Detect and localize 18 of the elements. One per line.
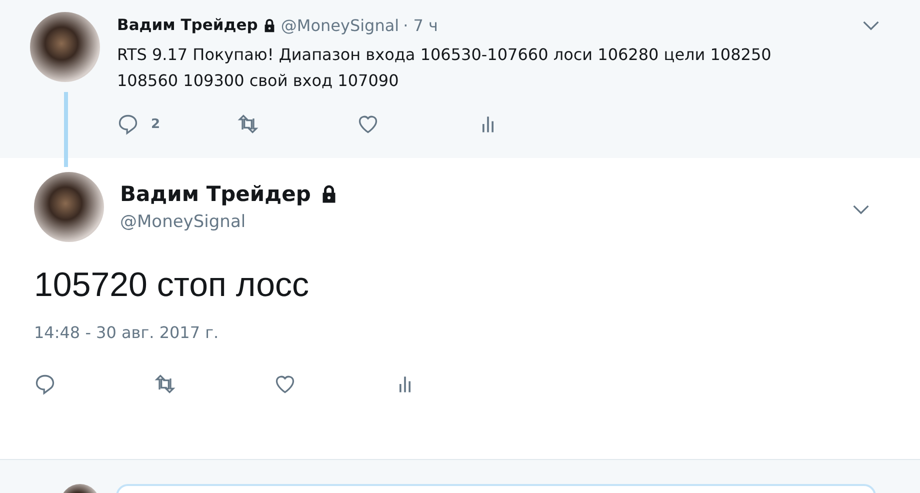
user-handle[interactable]: @MoneySignal — [280, 16, 400, 34]
tweet-text: RTS 9.17 Покупаю! Диапазон входа 106530-107660 лоси 106280 цели 108250 108560 109300 свой вход 107090 — [117, 44, 772, 92]
reply-icon[interactable] — [117, 113, 139, 135]
reply-icon[interactable] — [34, 373, 56, 395]
user-name[interactable]: Вадим Трейдер — [120, 182, 311, 206]
chevron-down-icon[interactable] — [852, 204, 870, 215]
tweet-timestamp[interactable]: 14:48 - 30 авг. 2017 г. — [34, 323, 880, 342]
retweet-icon[interactable] — [237, 113, 259, 135]
tweet-text: 105720 стоп лосс — [34, 266, 310, 305]
retweet-icon[interactable] — [154, 373, 176, 395]
user-name[interactable]: Вадим Трейдер — [117, 16, 258, 34]
reply-count: 2 — [151, 116, 160, 132]
heart-icon[interactable] — [357, 113, 379, 135]
chevron-down-icon[interactable] — [862, 20, 880, 30]
tweet-time[interactable]: · 7 ч — [403, 16, 438, 34]
heart-icon[interactable] — [274, 373, 296, 395]
user-handle[interactable]: @MoneySignal — [120, 212, 339, 232]
parent-tweet[interactable]: Вадим Трейдер @MoneySignal · 7 ч RTS 9.17 Покупаю! Диапазон входа 106530-107660 лоси 106280 цели 108250 108560 109300 свой вход 107090 2 — [0, 0, 920, 158]
